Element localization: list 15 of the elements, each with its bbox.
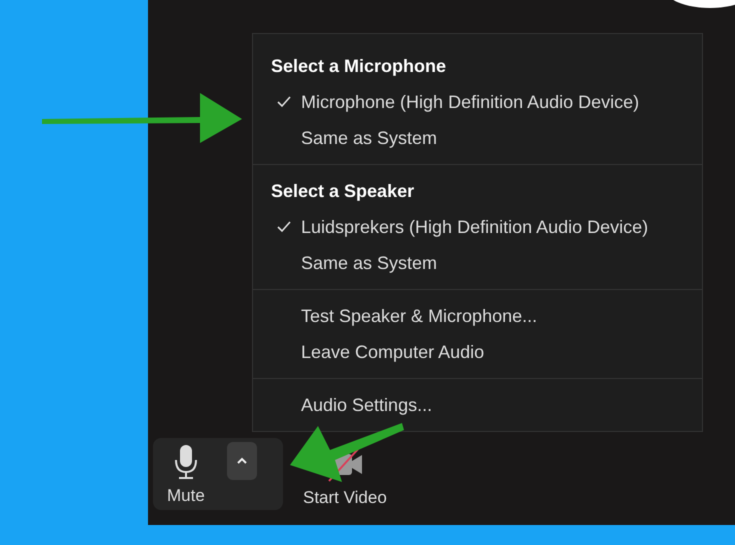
menu-heading: Select a Speaker (270, 180, 416, 203)
mute-button[interactable]: Mute (153, 442, 213, 506)
menu-item[interactable]: Luidsprekers (High Definition Audio Device) (253, 209, 702, 245)
audio-options-button[interactable] (226, 442, 257, 480)
checkmark-icon (277, 96, 291, 108)
menu-item[interactable]: Audio Settings... (253, 387, 702, 423)
menu-item[interactable]: Test Speaker & Microphone... (253, 298, 702, 334)
checkmark-icon (277, 221, 291, 233)
menu-item[interactable]: Same as System (253, 245, 702, 281)
menu-item[interactable]: Microphone (High Definition Audio Device) (253, 84, 702, 120)
microphone-icon (174, 444, 198, 480)
menu-heading: Select a Microphone (270, 55, 448, 78)
menu-item[interactable]: Same as System (253, 120, 702, 156)
caret-icon (236, 457, 248, 465)
menu-item[interactable]: Leave Computer Audio (253, 334, 702, 370)
